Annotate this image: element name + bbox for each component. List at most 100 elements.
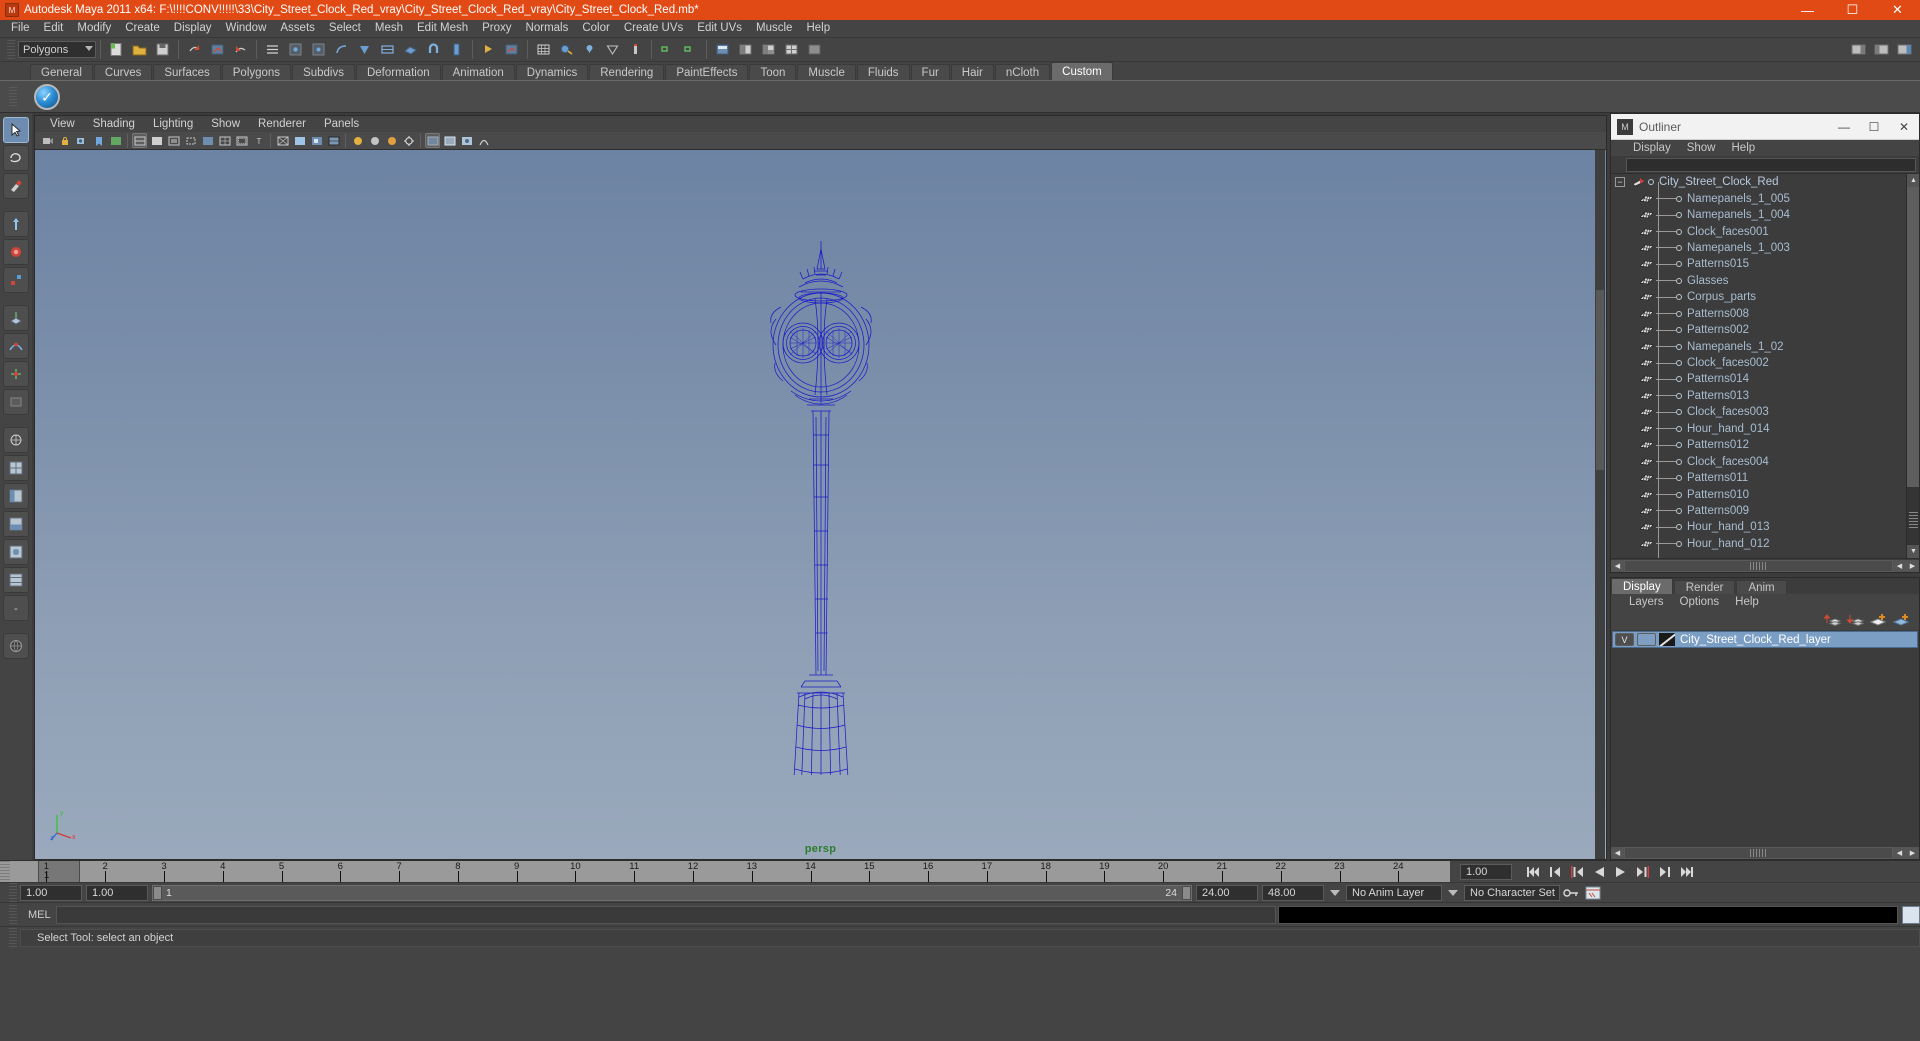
minimize-button[interactable]: — <box>1785 0 1830 20</box>
shelf-tab-deformation[interactable]: Deformation <box>355 64 441 80</box>
hardware-texturing-icon[interactable] <box>384 133 399 148</box>
two-pane-layout-icon[interactable] <box>735 39 756 60</box>
outliner-layout-icon[interactable] <box>804 39 825 60</box>
quick-layout-four-view[interactable] <box>3 455 29 481</box>
animation-start-field[interactable]: 1.00 <box>86 884 148 901</box>
viewport-vertical-scrollbar[interactable] <box>1595 150 1605 859</box>
scroll-up-button[interactable]: ▲ <box>1907 174 1919 187</box>
viewport-menu-show[interactable]: Show <box>202 118 249 130</box>
help-line-grip[interactable] <box>9 927 17 948</box>
chevron-down-icon[interactable] <box>1330 889 1340 896</box>
current-time-field[interactable]: 1.00 <box>1460 863 1512 880</box>
open-script-editor-icon[interactable] <box>657 39 678 60</box>
time-slider[interactable]: 1 12345678910111213141516171819202122232… <box>0 860 1920 882</box>
hardware-lighting-icon[interactable] <box>401 133 416 148</box>
bookmark-icon[interactable] <box>91 133 106 148</box>
menu-item-select[interactable]: Select <box>322 20 368 37</box>
menu-item-create[interactable]: Create <box>118 20 167 37</box>
scrollbar-thumb[interactable] <box>1907 187 1919 487</box>
move-tool[interactable] <box>3 211 29 237</box>
quick-layout-hypershade[interactable] <box>3 539 29 565</box>
menu-item-modify[interactable]: Modify <box>70 20 118 37</box>
range-start-field[interactable]: 1.00 <box>20 884 82 901</box>
scrollbar-grip[interactable] <box>1909 512 1918 528</box>
four-pane-layout-icon[interactable] <box>781 39 802 60</box>
save-scene-icon[interactable] <box>152 39 173 60</box>
select-hierarchy-icon[interactable] <box>262 39 283 60</box>
perspective-viewport-panel[interactable]: View Shading Lighting Show Renderer Panels <box>34 115 1607 860</box>
select-component-icon[interactable] <box>308 39 329 60</box>
menu-item-edit[interactable]: Edit <box>37 20 71 37</box>
new-script-icon[interactable] <box>680 39 701 60</box>
scroll-right-button[interactable]: ▶ <box>1906 846 1919 859</box>
lock-camera-icon[interactable] <box>57 133 72 148</box>
menu-item-normals[interactable]: Normals <box>519 20 576 37</box>
image-plane-icon[interactable] <box>108 133 123 148</box>
new-layer-from-selected-icon[interactable] <box>1891 611 1911 629</box>
quick-layout-single-perspective[interactable] <box>3 427 29 453</box>
scroll-track[interactable] <box>1624 846 1893 859</box>
script-editor-icon[interactable] <box>1902 905 1920 924</box>
outliner-search-input[interactable] <box>1626 157 1916 172</box>
go-to-start-button[interactable] <box>1522 863 1544 881</box>
shelf-tab-dynamics[interactable]: Dynamics <box>515 64 589 80</box>
three-pane-layout-icon[interactable] <box>758 39 779 60</box>
menu-item-edit-uvs[interactable]: Edit UVs <box>690 20 749 37</box>
quick-layout-persp-graph[interactable] <box>3 511 29 537</box>
anim-layer-field[interactable]: No Anim Layer <box>1346 884 1442 901</box>
paint-select-tool[interactable] <box>3 173 29 199</box>
new-layer-icon[interactable] <box>1868 611 1888 629</box>
layer-horizontal-scrollbar[interactable]: ◀ ◀ ▶ <box>1611 846 1919 859</box>
layer-list[interactable]: V City_Street_Clock_Red_layer <box>1611 630 1919 846</box>
shelf-grip[interactable] <box>9 86 17 107</box>
exposure-icon[interactable] <box>459 133 474 148</box>
gate-mask-icon[interactable] <box>200 133 215 148</box>
step-back-frame-button[interactable] <box>1566 863 1588 881</box>
range-grip[interactable] <box>9 882 17 903</box>
construction-plane-icon[interactable] <box>400 39 421 60</box>
single-pane-layout-icon[interactable] <box>712 39 733 60</box>
use-default-material-icon[interactable] <box>350 133 365 148</box>
character-set-field[interactable]: No Character Set <box>1464 884 1560 901</box>
magnet-icon[interactable] <box>423 39 444 60</box>
sidebar-channel-box-icon[interactable] <box>1894 39 1915 60</box>
maximize-button[interactable]: ☐ <box>1830 0 1875 20</box>
resolution-gate-icon[interactable] <box>183 133 198 148</box>
outliner-menu-display[interactable]: Display <box>1625 142 1679 154</box>
mel-command-input[interactable] <box>56 905 1276 924</box>
layer-editor-tab-anim[interactable]: Anim <box>1736 580 1787 594</box>
outliner-maximize-button[interactable]: ☐ <box>1859 114 1889 140</box>
snap-point-icon[interactable] <box>354 39 375 60</box>
close-button[interactable]: ✕ <box>1875 0 1920 20</box>
time-slider-track[interactable]: 1 12345678910111213141516171819202122232… <box>10 861 1450 882</box>
viewport-menu-panels[interactable]: Panels <box>315 118 368 130</box>
shader-ball-icon[interactable] <box>602 39 623 60</box>
hypershade-icon[interactable] <box>556 39 577 60</box>
xray-joints-icon[interactable] <box>442 133 457 148</box>
scroll-right-page-button[interactable]: ◀ <box>1893 559 1906 572</box>
render-settings-icon[interactable] <box>533 39 554 60</box>
layer-editor-tab-display[interactable]: Display <box>1611 578 1673 594</box>
ipr-render-icon[interactable] <box>501 39 522 60</box>
shelf-tab-muscle[interactable]: Muscle <box>797 64 856 80</box>
step-back-key-button[interactable] <box>1544 863 1566 881</box>
outliner-tree[interactable]: − City_Street_Clock_Red Namepanels_1_005 Na… <box>1611 173 1919 558</box>
go-to-end-button[interactable] <box>1676 863 1698 881</box>
shelf-tab-surfaces[interactable]: Surfaces <box>153 64 221 80</box>
render-current-frame-icon[interactable] <box>478 39 499 60</box>
smooth-shade-selected-icon[interactable] <box>309 133 324 148</box>
field-chart-icon[interactable] <box>217 133 232 148</box>
move-layer-down-icon[interactable] <box>1845 611 1865 629</box>
safe-title-icon[interactable]: T <box>251 133 266 148</box>
snap-view-plane-icon[interactable] <box>377 39 398 60</box>
sidebar-tool-settings-icon[interactable] <box>1871 39 1892 60</box>
undo-view-icon[interactable] <box>184 39 205 60</box>
range-slider-right-handle[interactable] <box>1182 885 1191 900</box>
shelf-tab-rendering[interactable]: Rendering <box>589 64 665 80</box>
layer-menu-options[interactable]: Options <box>1672 596 1728 608</box>
gamma-icon[interactable] <box>476 133 491 148</box>
scrollbar-thumb[interactable] <box>1596 290 1604 470</box>
range-slider[interactable]: 1 24 <box>152 884 1192 901</box>
wireframe-on-shaded-icon[interactable] <box>326 133 341 148</box>
new-scene-icon[interactable] <box>106 39 127 60</box>
